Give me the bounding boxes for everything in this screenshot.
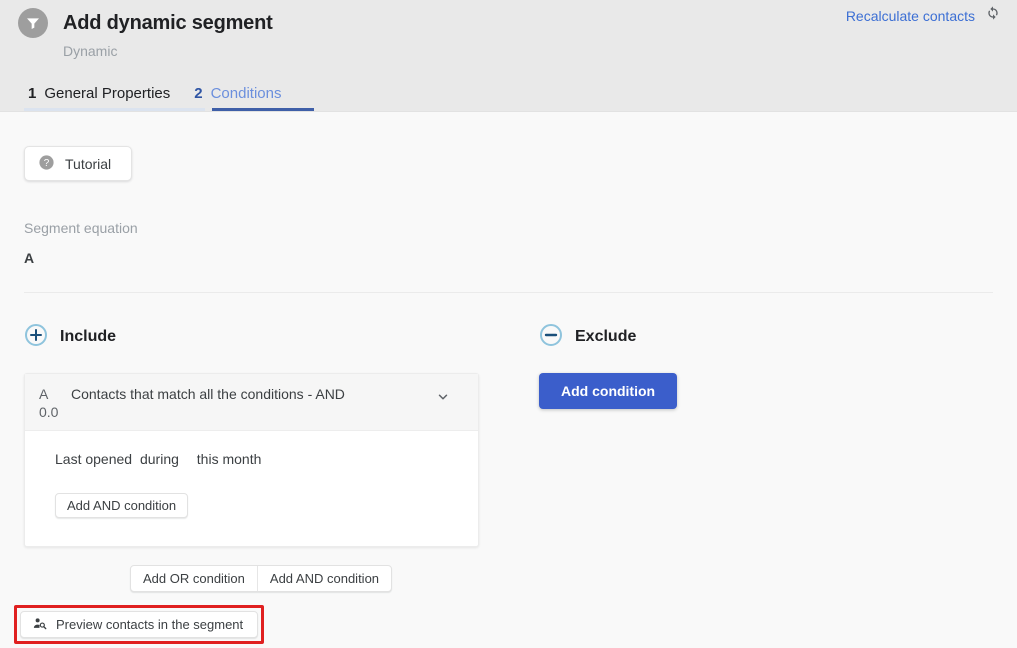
add-and-condition-inner-button[interactable]: Add AND condition	[55, 493, 188, 518]
filter-funnel-icon	[18, 8, 48, 38]
page-content: ? Tutorial Segment equation A Include	[0, 146, 1017, 592]
section-divider	[24, 292, 993, 293]
condition-operator[interactable]: during	[140, 451, 179, 467]
exclude-column: Exclude Add condition	[539, 323, 993, 592]
tab-general-properties-underline	[24, 108, 205, 111]
recalculate-contacts-label: Recalculate contacts	[846, 8, 975, 24]
condition-field[interactable]: Last opened	[55, 451, 132, 467]
exclude-label: Exclude	[575, 328, 636, 346]
tab-conditions-number: 2	[194, 85, 202, 102]
exclude-heading: Exclude	[539, 323, 993, 351]
page-header: Add dynamic segment Dynamic Recalculate …	[0, 0, 1017, 112]
recalculate-contacts-action[interactable]: Recalculate contacts	[846, 5, 1001, 26]
include-condition-card-header[interactable]: A Contacts that match all the conditions…	[25, 374, 478, 431]
include-condition-match-type: Contacts that match all the conditions -…	[71, 386, 345, 402]
add-or-condition-button[interactable]: Add OR condition	[131, 566, 257, 591]
chevron-down-icon[interactable]	[436, 390, 450, 409]
page-title: Add dynamic segment	[63, 12, 273, 35]
tutorial-button-label: Tutorial	[65, 156, 111, 172]
preview-contacts-label: Preview contacts in the segment	[56, 617, 243, 632]
include-column: Include A Contacts that match all the co…	[24, 323, 539, 592]
person-search-icon	[32, 616, 47, 634]
help-circle-icon: ?	[38, 154, 55, 174]
exclude-add-condition-button[interactable]: Add condition	[539, 373, 677, 409]
add-condition-button-group: Add OR condition Add AND condition	[130, 565, 392, 592]
preview-highlight-box: Preview contacts in the segment	[14, 605, 264, 644]
segment-type-subtitle: Dynamic	[63, 43, 117, 59]
refresh-icon[interactable]	[985, 5, 1001, 26]
tab-conditions-underline	[212, 108, 314, 111]
add-and-condition-button[interactable]: Add AND condition	[257, 566, 391, 591]
condition-value[interactable]: this month	[197, 451, 262, 467]
segment-equation-value: A	[24, 250, 993, 266]
svg-text:?: ?	[44, 158, 50, 169]
condition-row: Last opened during this month	[55, 451, 464, 467]
include-label: Include	[60, 328, 116, 346]
tab-general-properties-label: General Properties	[44, 85, 170, 102]
tutorial-button[interactable]: ? Tutorial	[24, 146, 132, 181]
include-condition-card-body: Last opened during this month Add AND co…	[25, 431, 478, 546]
preview-contacts-button[interactable]: Preview contacts in the segment	[20, 611, 258, 638]
plus-circle-icon	[24, 323, 48, 352]
conditions-columns: Include A Contacts that match all the co…	[24, 323, 993, 592]
include-condition-letter: A	[39, 386, 71, 402]
tab-general-properties-number: 1	[28, 85, 36, 102]
segment-equation-label: Segment equation	[24, 220, 993, 236]
include-condition-count: 0.0	[39, 404, 464, 420]
include-condition-card: A Contacts that match all the conditions…	[24, 373, 479, 547]
include-heading: Include	[24, 323, 539, 351]
tab-conditions-label: Conditions	[211, 85, 282, 102]
step-tabs: 1 General Properties 2 Conditions	[24, 85, 289, 111]
minus-circle-icon	[539, 323, 563, 352]
include-condition-card-title-row: A Contacts that match all the conditions…	[39, 386, 464, 402]
